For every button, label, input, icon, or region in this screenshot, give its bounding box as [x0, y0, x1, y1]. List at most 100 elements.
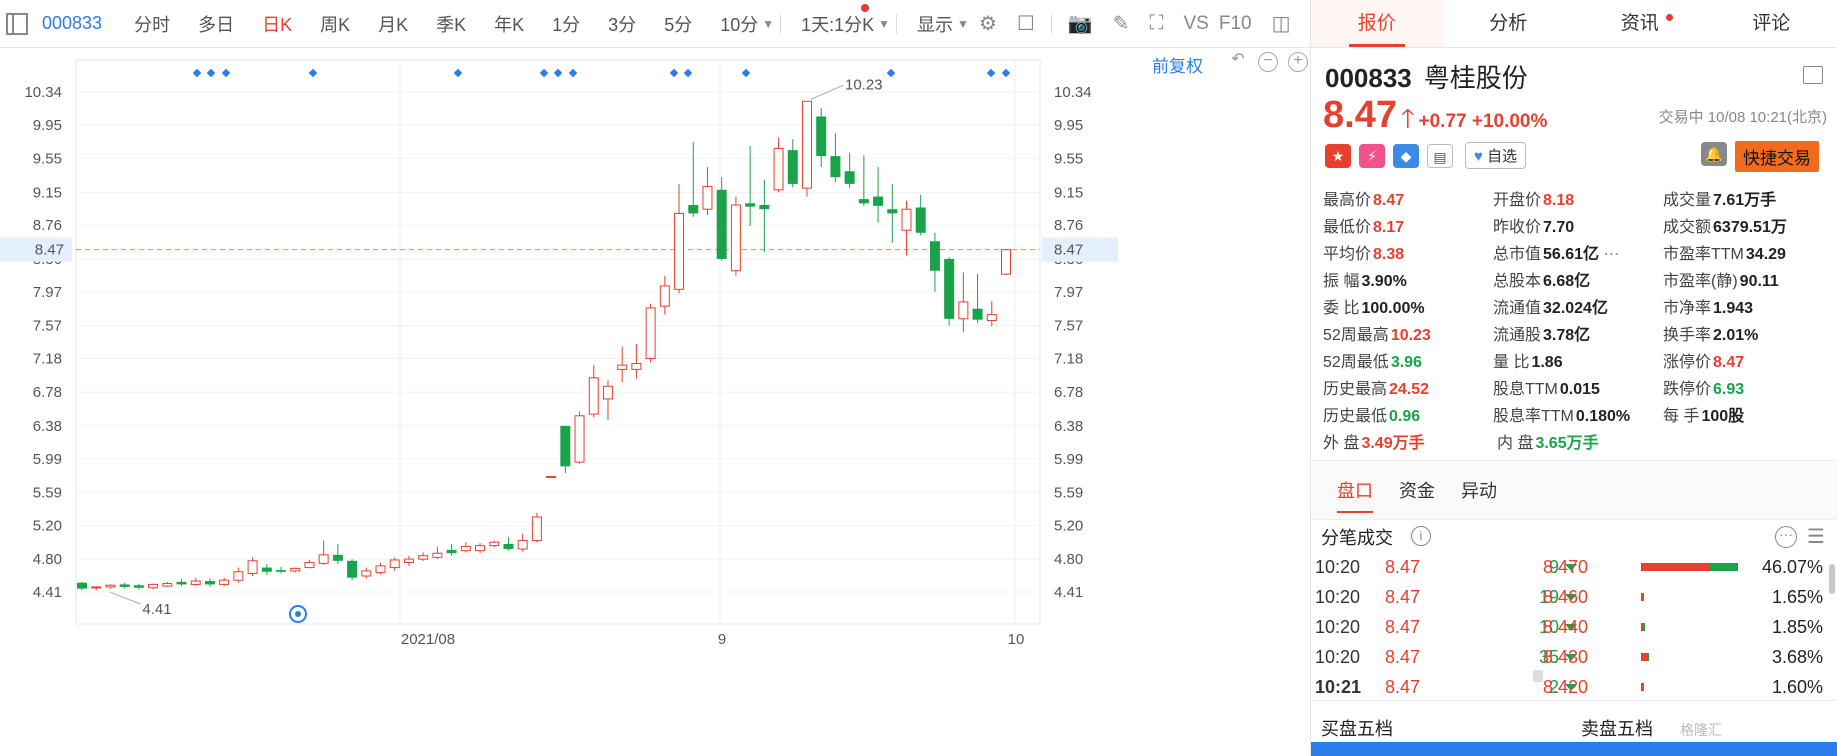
stat-cell: 量 比 1.86 [1493, 348, 1663, 372]
tab-funds[interactable]: 资金 [1399, 461, 1435, 519]
stat-label: 振 幅 [1323, 272, 1360, 290]
camera-icon[interactable]: 📷 [1068, 11, 1093, 36]
stats-row: 历史最高 24.52 股息TTM 0.015 跌停价 6.93 [1323, 373, 1833, 400]
candle-body [290, 567, 301, 572]
lightning-badge-icon[interactable]: ⚡ [1359, 143, 1385, 168]
candle-body [261, 567, 272, 572]
stat-cell: 52周最低 3.96 [1323, 348, 1493, 372]
more-icon[interactable]: ⋯ [1599, 246, 1620, 263]
quick-trade-button[interactable]: 快捷交易 [1735, 141, 1819, 172]
x-tick-label: 2021/08 [401, 631, 455, 648]
chevron-down-icon[interactable]: ▼ [762, 17, 774, 31]
candle-body [119, 584, 130, 587]
candle-body [730, 204, 741, 272]
stat-value: 3.96 [1390, 353, 1422, 371]
tab-movement[interactable]: 异动 [1461, 461, 1497, 519]
change-percent: +10.00% [1471, 111, 1548, 132]
candlestick-chart[interactable]: 10.34 10.34 9.95 9.95 9.55 9.55 9.15 9.15 8.76 8.… [0, 48, 1310, 756]
candle-body [460, 545, 471, 552]
stat-cell: 市盈率(静) 90.11 [1663, 267, 1833, 291]
candle-body [446, 549, 457, 554]
stat-cell: 股息TTM 0.015 [1493, 375, 1663, 399]
f10-button[interactable]: F10 [1219, 13, 1252, 35]
period-quarterly[interactable]: 季K [436, 11, 466, 37]
candle-body [204, 581, 215, 585]
candle-body [347, 560, 358, 578]
list-icon[interactable] [1803, 66, 1823, 84]
y-tick-label-right: 5.99 [1054, 451, 1083, 468]
settings-icon[interactable]: ⚙ [979, 11, 997, 36]
period-3min[interactable]: 3分 [608, 11, 636, 37]
period-yearly[interactable]: 年K [494, 11, 524, 37]
stat-label: 流通值 [1493, 299, 1542, 317]
tick-row: 10:21 8.47 2 8.420 1.60% [1311, 672, 1837, 702]
stat-value: 10.23 [1390, 326, 1431, 344]
stat-cell: 涨停价 8.47 [1663, 348, 1833, 372]
candle-body [702, 185, 713, 210]
candle-body [233, 571, 244, 581]
candle-body [887, 209, 898, 214]
more-icon[interactable]: ··· [1775, 526, 1797, 548]
period-weekly[interactable]: 周K [320, 11, 350, 37]
stat-cell: 平均价 8.38 [1323, 240, 1493, 264]
candle-body [816, 116, 827, 157]
candle-body [830, 156, 841, 178]
stat-label: 最高价 [1323, 191, 1372, 209]
trading-status: 交易中 10/08 10:21(北京) [1658, 109, 1827, 126]
range-select[interactable]: 1天:1分K [801, 11, 874, 37]
stat-value: 0.96 [1389, 407, 1421, 425]
panel-toggle-icon[interactable]: ◫ [1272, 11, 1291, 36]
stock-name: 粤桂股份 [1423, 63, 1528, 93]
vs-button[interactable]: VS [1183, 13, 1208, 35]
candle-body [915, 207, 926, 233]
document-badge-icon[interactable]: ▤ [1427, 143, 1453, 168]
chevron-down-icon[interactable]: ▼ [878, 17, 890, 31]
period-5min[interactable]: 5分 [664, 11, 692, 37]
fullscreen-icon[interactable]: ⛶ [1149, 12, 1163, 35]
book-tabs: 盘口 资金 异动 [1311, 460, 1837, 520]
depth-price: 8.470 [1543, 556, 1589, 577]
tab-pankou[interactable]: 盘口 [1337, 461, 1373, 519]
stat-label: 股息率TTM [1493, 407, 1574, 425]
period-multiday[interactable]: 多日 [198, 11, 234, 37]
checkbox-icon[interactable]: ☐ [1017, 11, 1035, 36]
stat-cell: 历史最低 0.96 [1323, 402, 1493, 426]
period-1min[interactable]: 1分 [552, 11, 580, 37]
price-row: 8.47 🡑 +0.77 +10.00% [1323, 94, 1547, 144]
stats-row: 委 比 100.00% 流通值 32.024亿 市净率 1.943 [1323, 292, 1833, 319]
tab-news[interactable]: 资讯 [1574, 0, 1706, 47]
x-tick-label: 9 [718, 631, 726, 648]
pencil-icon[interactable]: ✎ [1113, 11, 1130, 36]
stat-label: 历史最高 [1323, 380, 1388, 398]
y-tick-label-left: 7.97 [33, 284, 62, 301]
info-icon[interactable]: i [1411, 526, 1431, 546]
depth-percent: 46.07% [1761, 556, 1823, 577]
current-price: 8.47 [1323, 94, 1397, 136]
star-badge-icon[interactable]: ★ [1325, 143, 1351, 168]
period-monthly[interactable]: 月K [378, 11, 408, 37]
tab-quote[interactable]: 报价 [1311, 0, 1443, 47]
candle-body [801, 100, 812, 189]
tag-badge-icon[interactable]: ◆ [1393, 143, 1419, 168]
period-fenshi[interactable]: 分时 [134, 11, 170, 37]
display-select[interactable]: 显示 [917, 11, 953, 37]
y-tick-label-left: 4.41 [33, 584, 62, 601]
bell-icon[interactable]: 🔔 [1701, 142, 1727, 166]
tab-analysis[interactable]: 分析 [1443, 0, 1575, 47]
add-watchlist-button[interactable]: ♥ 自选 [1465, 142, 1527, 169]
tab-comments[interactable]: 评论 [1706, 0, 1837, 47]
candle-body [219, 579, 230, 585]
period-daily[interactable]: 日K [262, 11, 292, 37]
y-tick-label-right: 9.95 [1054, 117, 1083, 134]
scroll-thumb[interactable] [1533, 670, 1543, 682]
menu-icon[interactable]: ☰ [1807, 524, 1825, 549]
sidebar-toggle-icon[interactable] [6, 12, 28, 35]
period-10min[interactable]: 10分 [720, 11, 758, 37]
scrollbar[interactable] [1829, 564, 1835, 594]
candle-body [958, 301, 969, 320]
arrow-up-icon: 🡑 [1400, 103, 1415, 133]
stock-code-link[interactable]: 000833 [42, 13, 102, 34]
stat-label: 量 比 [1493, 353, 1530, 371]
candle-body [133, 585, 144, 588]
chevron-down-icon[interactable]: ▼ [957, 17, 969, 31]
